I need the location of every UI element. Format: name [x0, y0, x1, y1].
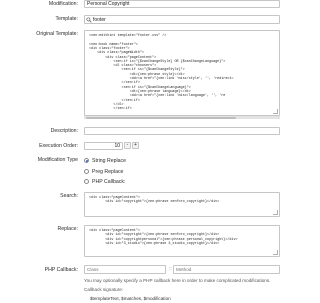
- replace-code-line: <div id="3_studio">{xen:phrase 3_studio_…: [89, 241, 220, 246]
- horizontal-scrollbar[interactable]: [84, 116, 280, 119]
- increment-button[interactable]: +: [132, 142, 139, 149]
- original-template-line: <xen:edithint template="footer.css" />: [89, 34, 167, 38]
- template-value: footer: [93, 16, 106, 23]
- replace-label: Replace:: [57, 226, 78, 232]
- radio-off-icon[interactable]: [84, 179, 89, 184]
- php-callback-label: PHP Callback:: [44, 267, 78, 273]
- php-callback-hint: You may optionally specify a PHP callbac…: [84, 278, 271, 283]
- resize-grip-icon[interactable]: [273, 210, 278, 215]
- callback-method-input[interactable]: [173, 265, 280, 274]
- modification-label: Modification:: [48, 1, 78, 7]
- callback-signature-value: $templateText, $matches, $modification: [90, 296, 171, 301]
- execution-order-label: Execution Order:: [39, 143, 78, 149]
- radio-php-callback[interactable]: PHP Callback:: [84, 178, 125, 185]
- radio-string-replace[interactable]: String Replace: [84, 157, 126, 164]
- method-icon: ::: [169, 266, 172, 272]
- search-label: Search:: [60, 193, 78, 199]
- original-template-line: </xen:if>: [89, 107, 132, 112]
- radio-string-replace-label: String Replace: [92, 157, 127, 164]
- callback-class-input[interactable]: [84, 265, 166, 274]
- description-value: [84, 127, 280, 135]
- modification-value: Personal Copyright: [87, 1, 130, 7]
- original-template-textarea[interactable]: <xen:edithint template="footer.css" /> <x…: [84, 30, 280, 116]
- template-label: Template:: [55, 16, 79, 22]
- execution-order-stepper[interactable]: 10 - +: [84, 142, 144, 150]
- radio-preg-replace[interactable]: Preg Replace: [84, 168, 123, 175]
- replace-textarea[interactable]: <div class="pageContent"> <div id="copyr…: [84, 225, 280, 257]
- callback-method-text[interactable]: [176, 266, 276, 273]
- search-textarea[interactable]: <div class="pageContent"> <div id="copyr…: [84, 192, 280, 217]
- scrollbar-thumb[interactable]: [86, 116, 236, 119]
- radio-preg-replace-label: Preg Replace: [92, 168, 124, 175]
- radio-on-icon[interactable]: [84, 158, 89, 163]
- resize-grip-icon[interactable]: [273, 109, 278, 114]
- description-label: Description:: [50, 128, 78, 134]
- search-code-line: <div id="copyright">{xen:phrase xenforo_…: [89, 200, 220, 205]
- original-template-label: Original Template:: [36, 31, 78, 37]
- radio-off-icon[interactable]: [84, 169, 89, 174]
- radio-php-callback-label: PHP Callback:: [92, 178, 126, 185]
- callback-class-text[interactable]: [87, 266, 163, 273]
- resize-grip-icon[interactable]: [273, 250, 278, 255]
- decrement-button[interactable]: -: [124, 142, 131, 149]
- modification-type-label: Modification Type: [37, 157, 78, 163]
- execution-order-value: 10: [114, 143, 120, 149]
- callback-signature-label: Callback signature:: [84, 287, 124, 292]
